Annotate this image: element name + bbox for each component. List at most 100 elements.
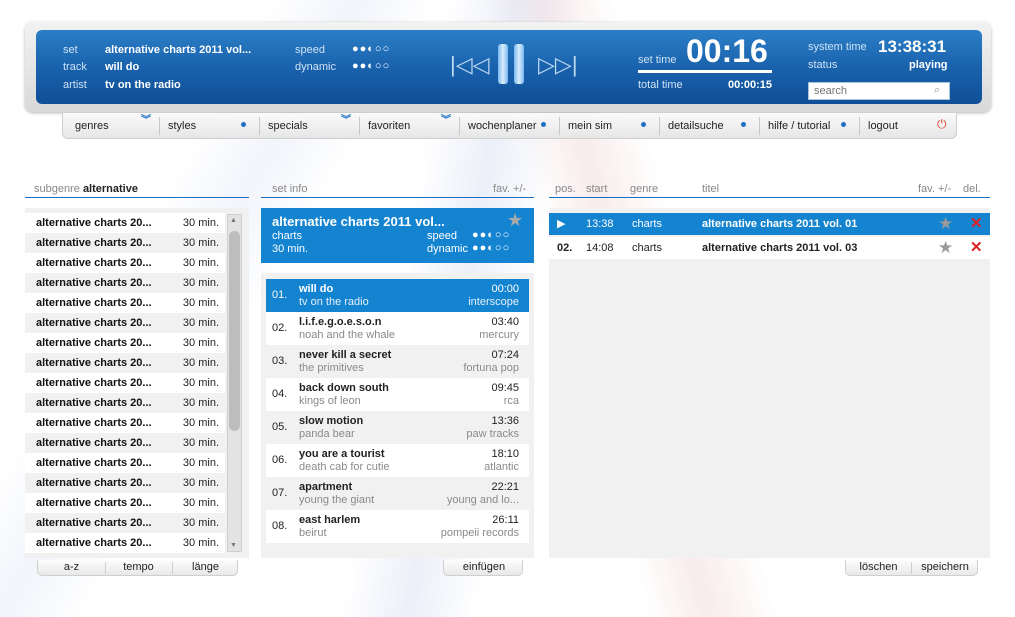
system-time-value: 13:38:31 [878, 37, 947, 56]
track-row[interactable]: 04. back down south kings of leon 09:45 rca [266, 378, 529, 411]
list-item-title: alternative charts 20... [36, 237, 152, 249]
list-item[interactable]: alternative charts 20... 30 min. [25, 513, 225, 533]
search-icon[interactable]: ⌕ [934, 84, 940, 97]
list-item[interactable]: alternative charts 20... 30 min. [25, 453, 225, 473]
track-time: 00:00 [491, 283, 519, 295]
list-item[interactable]: alternative charts 20... 30 min. [25, 533, 225, 553]
list-item-duration: 30 min. [182, 237, 219, 249]
col-pos: pos. [555, 183, 576, 195]
artist-label: artist [63, 79, 87, 91]
list-item[interactable]: alternative charts 20... 30 min. [25, 473, 225, 493]
setinfo-heading: set info [272, 183, 308, 195]
sort-az-button[interactable]: a-z [38, 560, 105, 576]
list-item-duration: 30 min. [182, 377, 219, 389]
list-item[interactable]: alternative charts 20... 30 min. [25, 433, 225, 453]
track-row[interactable]: 06. you are a tourist death cab for cutie 1… [266, 444, 529, 477]
search-input[interactable] [808, 82, 950, 100]
nav-genres[interactable]: genres [75, 113, 109, 139]
star-icon[interactable]: ★ [938, 237, 953, 259]
set-card-speed-label: speed [427, 230, 457, 242]
save-button[interactable]: speichern [911, 560, 979, 576]
row-start: 13:38 [586, 218, 614, 230]
sort-tempo-button[interactable]: tempo [105, 560, 172, 576]
track-number: 03. [272, 355, 288, 367]
delete-icon[interactable]: ✕ [970, 213, 983, 235]
scroll-down-icon[interactable]: ▼ [230, 542, 237, 549]
set-time-label: set time [638, 54, 677, 66]
list-item[interactable]: alternative charts 20... 30 min. [25, 253, 225, 273]
list-item-title: alternative charts 20... [36, 257, 152, 269]
col-start: start [586, 183, 608, 195]
list-item[interactable]: alternative charts 20... 30 min. [25, 373, 225, 393]
track-row[interactable]: 08. east harlem beirut 26:11 pompeii records [266, 510, 529, 543]
track-time: 22:21 [491, 481, 519, 493]
nav-logout[interactable]: logout [868, 113, 898, 139]
list-item-title: alternative charts 20... [36, 297, 152, 309]
power-icon[interactable]: ⏻ [937, 117, 947, 132]
scroll-thumb[interactable] [229, 231, 240, 431]
list-item[interactable]: alternative charts 20... 30 min. [25, 353, 225, 373]
subgenre-heading: subgenre alternative [34, 183, 138, 195]
nav-styles[interactable]: styles [168, 113, 196, 139]
list-item-title: alternative charts 20... [36, 537, 152, 549]
track-row[interactable]: 07. apartment young the giant 22:21 young an… [266, 477, 529, 510]
dot-icon [841, 122, 846, 127]
track-title: l.i.f.e.g.o.e.s.o.n [299, 316, 382, 328]
nav-hilfe-tutorial[interactable]: hilfe / tutorial [768, 113, 830, 139]
list-item[interactable]: alternative charts 20... 30 min. [25, 293, 225, 313]
nav-favoriten[interactable]: favoriten [368, 113, 410, 139]
insert-button[interactable]: einfügen [444, 560, 524, 576]
list-item-title: alternative charts 20... [36, 317, 152, 329]
list-item-title: alternative charts 20... [36, 377, 152, 389]
track-number: 07. [272, 487, 288, 499]
list-item-title: alternative charts 20... [36, 497, 152, 509]
chevron-down-icon[interactable]: ︾ [441, 116, 451, 126]
pause-button[interactable] [498, 44, 526, 84]
track-label: pompeii records [440, 527, 519, 539]
nav-wochenplaner[interactable]: wochenplaner [468, 113, 537, 139]
nav-mein-sim[interactable]: mein sim [568, 113, 612, 139]
list-item-title: alternative charts 20... [36, 397, 152, 409]
star-icon[interactable]: ★ [938, 213, 953, 235]
nav-detailsuche[interactable]: detailsuche [668, 113, 724, 139]
track-row[interactable]: 05. slow motion panda bear 13:36 paw tracks [266, 411, 529, 444]
list-item[interactable]: alternative charts 20... 30 min. [25, 213, 225, 233]
next-button[interactable]: ▷▷| [538, 52, 578, 78]
list-item[interactable]: alternative charts 20... 30 min. [25, 233, 225, 253]
track-row[interactable]: 01. will do tv on the radio 00:00 interscope [266, 279, 529, 312]
table-row[interactable]: ▶ 13:38 charts alternative charts 2011 vol.… [549, 213, 990, 235]
subgenre-scrollbar[interactable]: ▲ ▼ [227, 214, 242, 552]
list-item[interactable]: alternative charts 20... 30 min. [25, 313, 225, 333]
artist-value: tv on the radio [105, 79, 181, 91]
list-item[interactable]: alternative charts 20... 30 min. [25, 333, 225, 353]
list-item[interactable]: alternative charts 20... 30 min. [25, 493, 225, 513]
scroll-up-icon[interactable]: ▲ [230, 217, 237, 224]
subgenre-underline [25, 197, 249, 198]
nav-divider [759, 117, 760, 135]
chevron-down-icon[interactable]: ︾ [141, 116, 151, 126]
table-row[interactable]: 02. 14:08 charts alternative charts 2011 vo… [549, 237, 990, 259]
chevron-down-icon[interactable]: ︾ [341, 116, 351, 126]
track-time: 18:10 [491, 448, 519, 460]
list-item-title: alternative charts 20... [36, 437, 152, 449]
previous-button[interactable]: |◁◁ [450, 52, 490, 78]
list-item[interactable]: alternative charts 20... 30 min. [25, 273, 225, 293]
track-artist: panda bear [299, 428, 355, 440]
delete-icon[interactable]: ✕ [970, 237, 983, 259]
track-label: young and lo... [446, 494, 519, 506]
list-item-duration: 30 min. [182, 297, 219, 309]
sort-laenge-button[interactable]: länge [172, 560, 239, 576]
star-icon[interactable]: ★ [507, 210, 523, 231]
list-item-duration: 30 min. [182, 537, 219, 549]
speed-dots: ●●◐○○ [352, 43, 391, 55]
track-number: 02. [272, 322, 288, 334]
track-row[interactable]: 02. l.i.f.e.g.o.e.s.o.n noah and the whale… [266, 312, 529, 345]
track-row[interactable]: 03. never kill a secret the primitives 07:2… [266, 345, 529, 378]
nav-divider [859, 117, 860, 135]
playlist-panel [549, 208, 990, 558]
list-item-duration: 30 min. [182, 517, 219, 529]
delete-button[interactable]: löschen [846, 560, 911, 576]
nav-specials[interactable]: specials [268, 113, 308, 139]
list-item[interactable]: alternative charts 20... 30 min. [25, 413, 225, 433]
list-item[interactable]: alternative charts 20... 30 min. [25, 393, 225, 413]
